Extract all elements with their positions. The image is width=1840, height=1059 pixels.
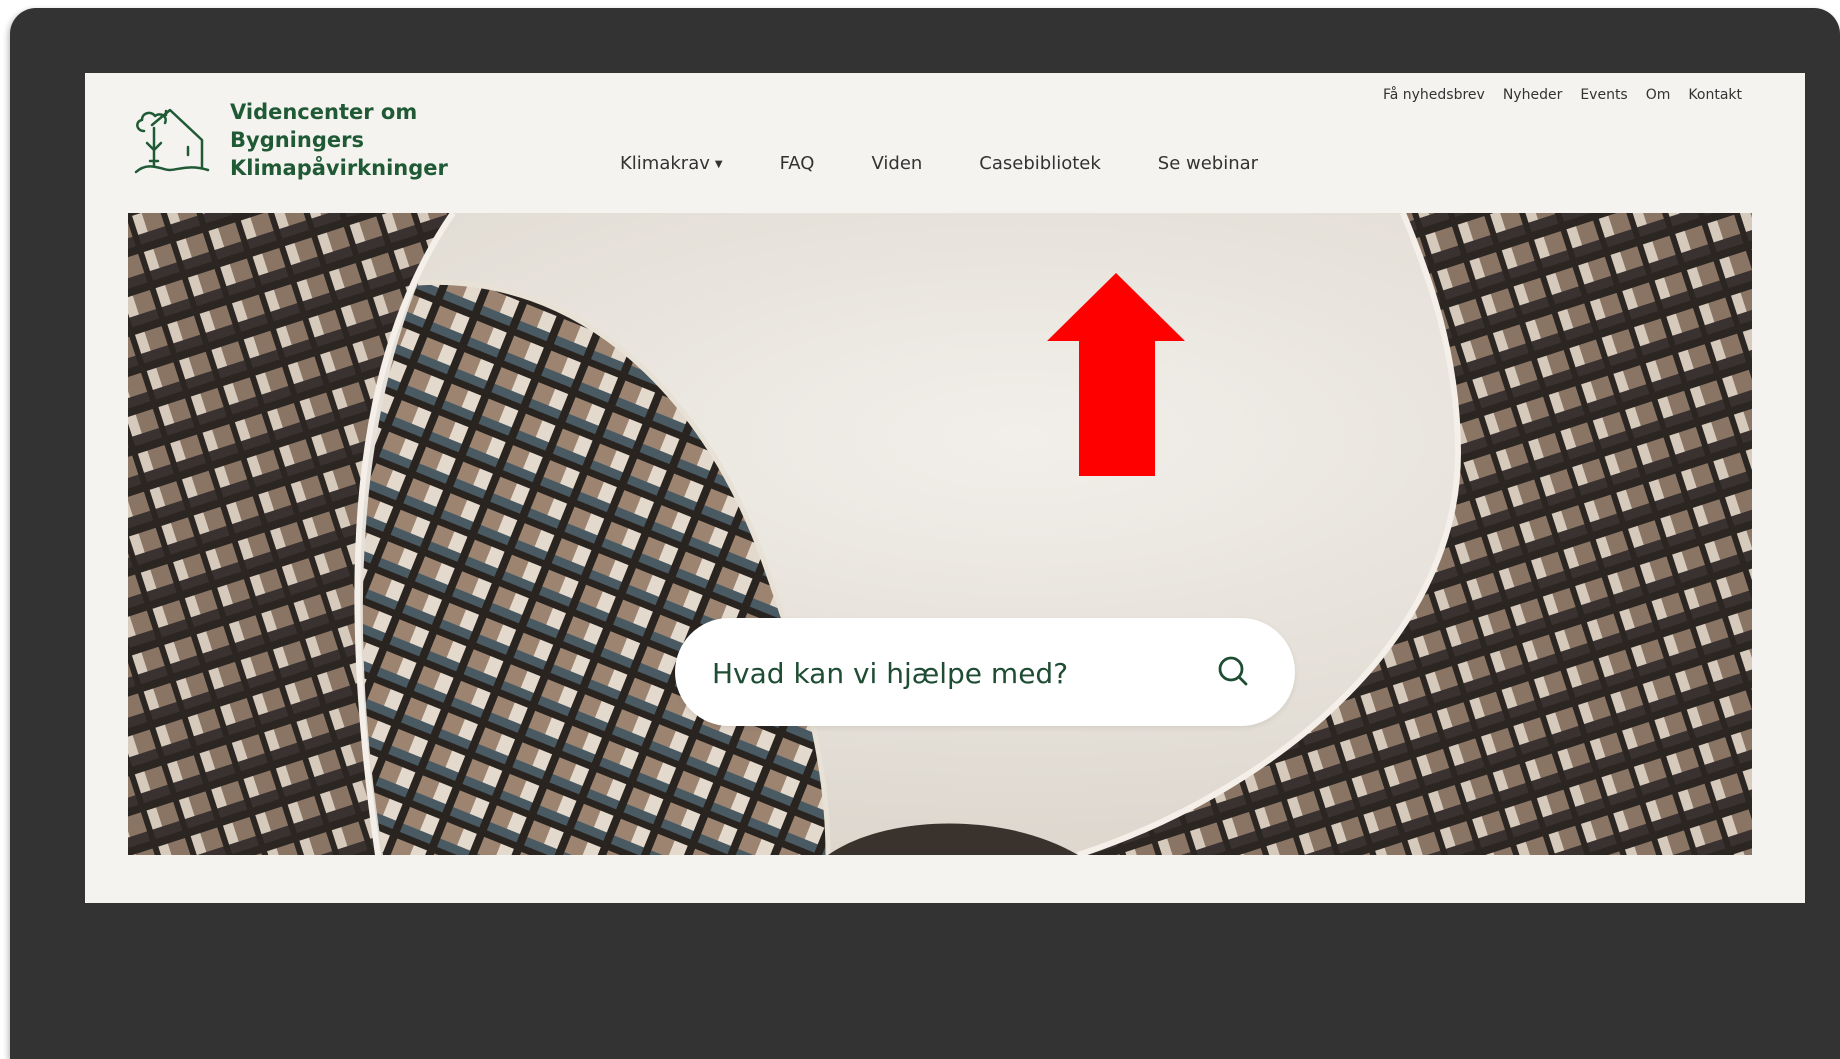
logo-text: Videncenter om Bygningers Klimapåvirknin… (230, 98, 470, 182)
main-nav: Klimakrav ▼ FAQ Viden Casebibliotek Se we… (620, 153, 1258, 174)
nav-item-viden[interactable]: Viden (871, 153, 922, 174)
logo-line: Klimapåvirkninger (230, 156, 448, 180)
nav-item-faq[interactable]: FAQ (780, 153, 815, 174)
red-arrow-annotation (1047, 273, 1185, 476)
nav-item-label: Klimakrav (620, 153, 710, 174)
screenshot-frame: Videncenter om Bygningers Klimapåvirknin… (10, 8, 1840, 1059)
logo-line: Videncenter om (230, 100, 418, 124)
site-logo[interactable]: Videncenter om Bygningers Klimapåvirknin… (130, 98, 470, 182)
top-link-about[interactable]: Om (1646, 87, 1671, 103)
top-link-events[interactable]: Events (1580, 87, 1627, 103)
utility-nav: Få nyhedsbrev Nyheder Events Om Kontakt (1383, 87, 1742, 103)
top-link-newsletter[interactable]: Få nyhedsbrev (1383, 87, 1485, 103)
hero-image (128, 213, 1752, 855)
search-button[interactable] (1210, 648, 1258, 696)
top-link-news[interactable]: Nyheder (1503, 87, 1563, 103)
webpage: Videncenter om Bygningers Klimapåvirknin… (85, 73, 1805, 903)
search-input[interactable] (710, 645, 1194, 701)
nav-item-se-webinar[interactable]: Se webinar (1158, 153, 1258, 174)
house-tree-icon (134, 108, 210, 173)
chevron-down-icon: ▼ (714, 158, 723, 170)
building-photo (128, 213, 1752, 855)
search-box (675, 618, 1295, 726)
search-icon (1218, 656, 1248, 686)
logo-line: Bygningers (230, 128, 364, 152)
nav-item-klimakrav[interactable]: Klimakrav ▼ (620, 153, 723, 174)
nav-item-casebibliotek[interactable]: Casebibliotek (979, 153, 1100, 174)
top-link-contact[interactable]: Kontakt (1688, 87, 1742, 103)
